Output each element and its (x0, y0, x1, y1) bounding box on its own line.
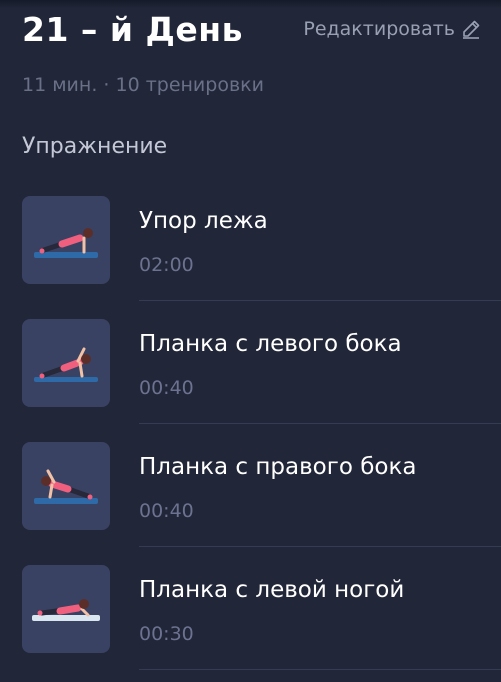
exercise-name: Планка с левой ногой (139, 577, 405, 603)
workout-meta: 11 мин. · 10 тренировки (22, 74, 264, 96)
exercise-row[interactable]: Планка с левого бока 00:40 (0, 313, 501, 436)
exercise-row[interactable]: Планка с левой ногой 00:30 (0, 559, 501, 682)
exercise-row[interactable]: Планка с правого бока 00:40 (0, 436, 501, 559)
divider (139, 546, 501, 547)
exercise-thumbnail (22, 565, 110, 653)
exercise-row[interactable]: Упор лежа 02:00 (0, 190, 501, 313)
exercise-thumbnail (22, 196, 110, 284)
divider (139, 423, 501, 424)
exercise-name: Планка с правого бока (139, 454, 417, 480)
exercise-duration: 02:00 (139, 254, 194, 276)
exercise-name: Упор лежа (139, 208, 268, 234)
exercise-thumbnail (22, 442, 110, 530)
exercise-duration: 00:40 (139, 377, 194, 399)
exercise-duration: 00:30 (139, 623, 194, 645)
edit-label: Редактировать (303, 18, 455, 40)
divider (139, 669, 501, 670)
divider (139, 300, 501, 301)
page-title: 21 – й День (22, 10, 243, 49)
exercise-duration: 00:40 (139, 500, 194, 522)
exercise-thumbnail (22, 319, 110, 407)
pencil-icon (461, 19, 481, 39)
top-shade (0, 0, 501, 8)
header: 21 – й День Редактировать (22, 8, 481, 52)
edit-button[interactable]: Редактировать (303, 18, 481, 40)
exercise-name: Планка с левого бока (139, 331, 402, 357)
section-label: Упражнение (22, 134, 168, 159)
exercise-list: Упор лежа 02:00 Планка с левого бока 00:… (0, 190, 501, 682)
